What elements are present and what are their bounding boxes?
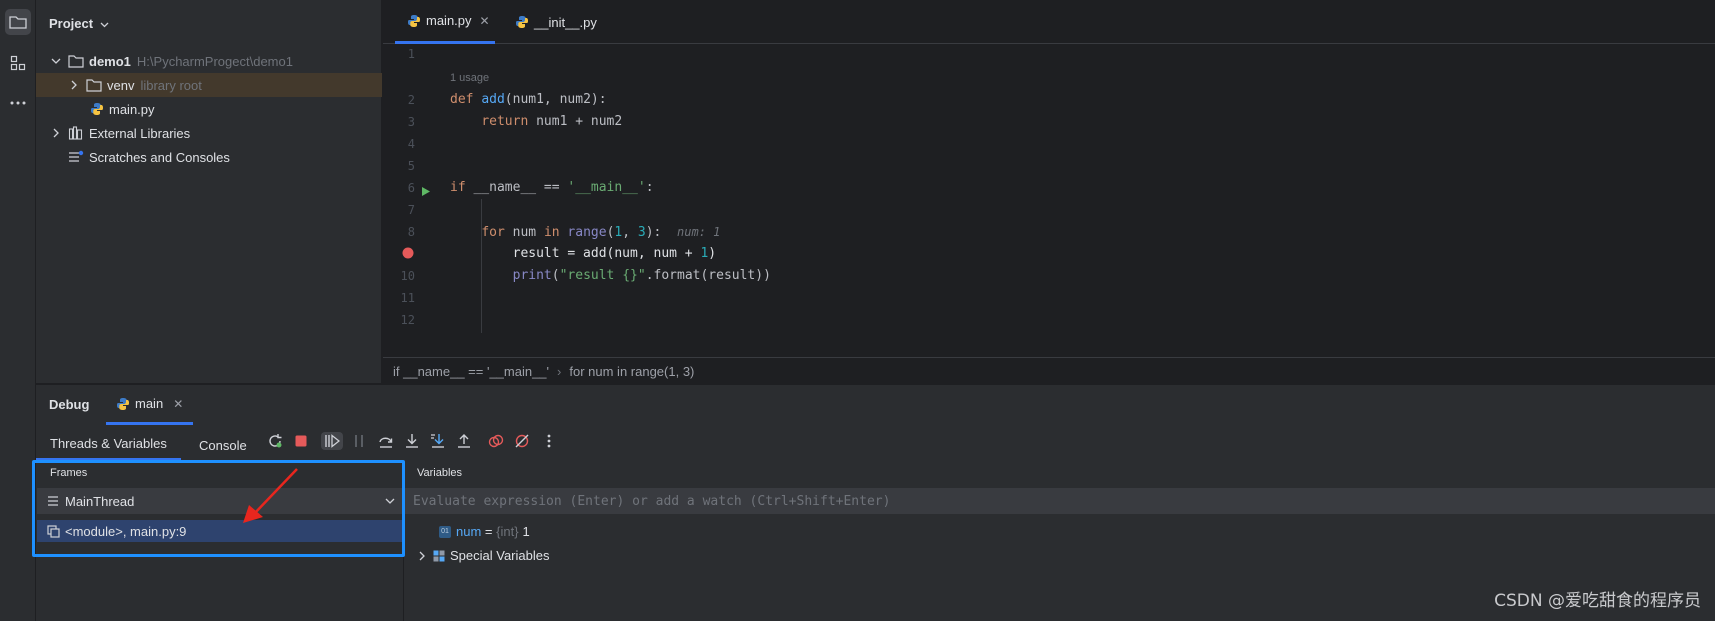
- project-folder-icon[interactable]: [5, 9, 31, 35]
- tree-item-main-py[interactable]: main.py: [36, 97, 382, 121]
- step-out-icon[interactable]: [455, 432, 473, 450]
- tree-item-scratches[interactable]: Scratches and Consoles: [36, 145, 382, 169]
- activity-bar: [0, 0, 36, 621]
- more-icon[interactable]: [5, 90, 31, 116]
- breadcrumb-item[interactable]: for num in range(1, 3): [569, 364, 694, 379]
- chevron-right-icon[interactable]: [419, 551, 425, 561]
- run-gutter-icon[interactable]: [421, 185, 431, 200]
- tree-label: main.py: [109, 101, 155, 117]
- line-number: 6: [407, 181, 415, 195]
- project-panel: Project demo1 H:\PycharmProgect\demo1 ve…: [36, 0, 382, 383]
- python-file-icon: [407, 14, 421, 28]
- code-line-9: result = add(num, num + 1): [450, 246, 717, 261]
- code-line-6: if __name__ == '__main__':: [450, 180, 654, 195]
- view-breakpoints-icon[interactable]: [487, 432, 505, 450]
- tab-label: main.py: [426, 13, 472, 28]
- variable-value: 1: [522, 524, 530, 539]
- tab-label: Threads & Variables: [50, 436, 167, 451]
- tree-item-venv[interactable]: venv library root: [36, 73, 382, 97]
- tab-label: __init__.py: [534, 14, 597, 30]
- library-icon: [68, 126, 84, 140]
- chevron-right-icon[interactable]: [50, 127, 62, 139]
- int-variable-icon: 01: [439, 525, 451, 538]
- line-number: 5: [407, 159, 415, 173]
- tree-detail: library root: [140, 77, 202, 93]
- tree-item-external-libraries[interactable]: External Libraries: [36, 121, 382, 145]
- folder-icon: [68, 54, 84, 68]
- variable-type: {int}: [496, 524, 519, 539]
- line-number: 12: [400, 313, 415, 327]
- line-number: 7: [407, 203, 415, 217]
- watermark: CSDN @爱吃甜食的程序员: [1494, 591, 1701, 611]
- step-over-icon[interactable]: [377, 432, 395, 450]
- structure-icon[interactable]: [5, 50, 31, 76]
- tree-item-demo1[interactable]: demo1 H:\PycharmProgect\demo1: [36, 49, 382, 73]
- resume-icon[interactable]: [321, 432, 343, 450]
- step-into-icon[interactable]: [403, 432, 421, 450]
- code-line-2: def add(num1, num2):: [450, 92, 607, 107]
- debug-title: Debug: [49, 397, 90, 412]
- python-file-icon: [90, 102, 104, 116]
- tab-label: Console: [199, 437, 247, 453]
- frames-highlight-box: [32, 460, 405, 557]
- tree-label: External Libraries: [89, 125, 191, 141]
- line-number: 2: [407, 93, 415, 107]
- chevron-down-icon[interactable]: [50, 55, 62, 67]
- tab-init-py[interactable]: __init__.py: [505, 0, 615, 44]
- code-line-8: for num in range(1, 3): num: 1: [481, 225, 721, 240]
- scratches-icon: [68, 150, 84, 164]
- code-editor[interactable]: 1 usage def add(num1, num2): return num1…: [448, 44, 1715, 357]
- tab-threads-variables[interactable]: Threads & Variables: [36, 429, 181, 461]
- tab-main-py[interactable]: main.py ✕: [395, 0, 495, 44]
- breakpoint-icon[interactable]: [402, 247, 414, 262]
- more-vertical-icon[interactable]: [540, 432, 558, 450]
- variable-equals: =: [481, 524, 497, 539]
- usage-hint[interactable]: 1 usage: [450, 72, 489, 84]
- tab-label: main: [135, 396, 164, 411]
- pause-icon[interactable]: [350, 432, 368, 450]
- variable-name: num: [456, 524, 482, 539]
- step-into-my-code-icon[interactable]: [429, 432, 447, 450]
- code-line-3: return num1 + num2: [481, 114, 623, 129]
- indent-guide: [481, 199, 482, 333]
- line-number: 10: [400, 269, 415, 283]
- breadcrumb: if __name__ == '__main__' › for num in r…: [383, 357, 1715, 384]
- close-icon[interactable]: ✕: [173, 397, 183, 411]
- inline-value-hint: num: 1: [677, 225, 721, 239]
- python-file-icon: [515, 15, 529, 29]
- chevron-down-icon: [100, 16, 109, 31]
- line-number: 8: [407, 225, 415, 239]
- special-variables-icon: [433, 550, 445, 562]
- chevron-right-icon: ›: [557, 363, 562, 379]
- tab-debug-session-main[interactable]: main ✕: [106, 385, 194, 425]
- line-number: 11: [400, 291, 415, 305]
- stop-icon[interactable]: [292, 432, 310, 450]
- project-title[interactable]: Project: [49, 16, 109, 31]
- variable-row-special[interactable]: Special Variables: [419, 548, 549, 563]
- code-line-10: print("result {}".format(result)): [512, 268, 771, 283]
- editor-gutter: 1 2 3 4 5 6 7 8 9 10 11 12: [383, 44, 448, 357]
- close-icon[interactable]: ✕: [480, 14, 490, 28]
- editor-tabs: main.py ✕ __init__.py: [383, 0, 1715, 44]
- tree-detail: H:\PycharmProgect\demo1: [136, 53, 293, 69]
- breadcrumb-item[interactable]: if __name__ == '__main__': [393, 364, 549, 379]
- variable-row-num[interactable]: 01 num = {int} 1: [439, 524, 530, 539]
- evaluate-expression-input[interactable]: Evaluate expression (Enter) or add a wat…: [405, 488, 1715, 514]
- rerun-icon[interactable]: [266, 432, 284, 450]
- tree-label: venv: [107, 77, 135, 93]
- line-number: 3: [407, 115, 415, 129]
- variable-name: Special Variables: [450, 548, 550, 563]
- chevron-right-icon[interactable]: [68, 79, 80, 91]
- tab-console[interactable]: Console: [199, 429, 247, 461]
- python-file-icon: [116, 397, 130, 411]
- annotation-arrow-icon: [243, 468, 298, 523]
- tree-label: Scratches and Consoles: [89, 149, 230, 165]
- variables-header: Variables: [417, 467, 463, 479]
- folder-icon: [86, 78, 102, 92]
- mute-breakpoints-icon[interactable]: [513, 432, 531, 450]
- tree-label: demo1: [89, 53, 131, 69]
- line-number: 1: [407, 47, 415, 61]
- line-number: 4: [407, 137, 415, 151]
